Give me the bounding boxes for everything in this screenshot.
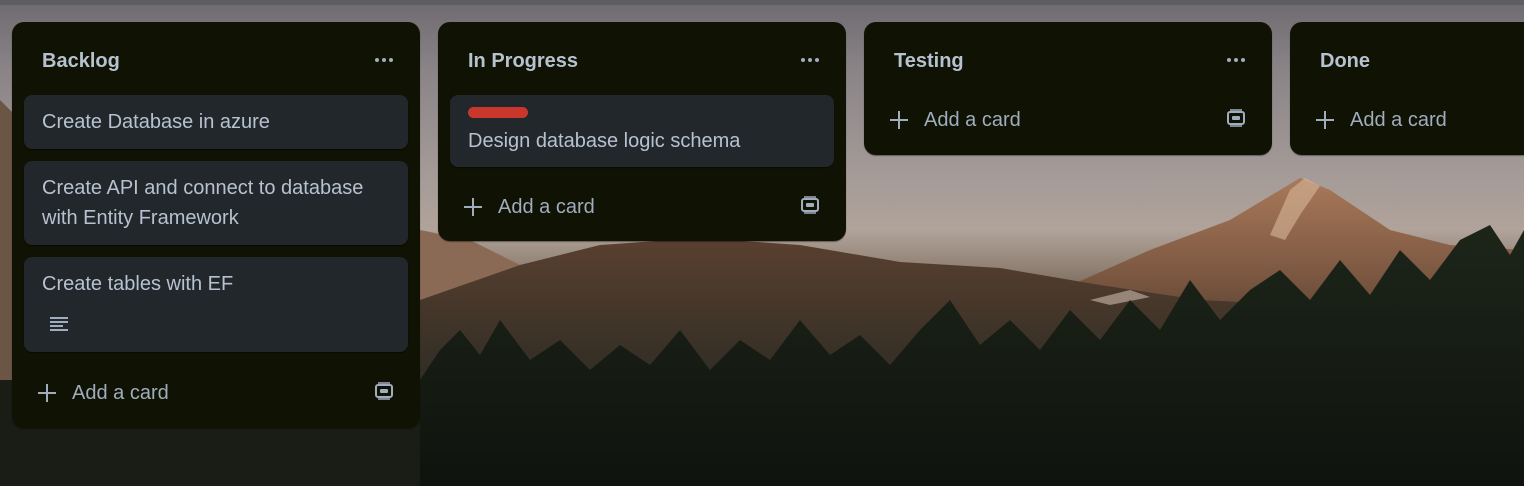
more-horizontal-icon	[375, 58, 393, 62]
card-template-icon	[375, 382, 393, 400]
card-title: Create Database in azure	[42, 111, 270, 133]
board: Backlog Create Database in azure Create …	[0, 0, 1524, 486]
card-template-button[interactable]	[794, 189, 826, 221]
list-header: In Progress	[438, 22, 846, 94]
card[interactable]: Design database logic schema	[450, 95, 834, 167]
more-horizontal-icon	[801, 58, 819, 62]
plus-icon	[890, 111, 908, 129]
list-title[interactable]: In Progress	[468, 49, 578, 73]
list-title[interactable]: Backlog	[42, 49, 120, 73]
card-template-icon	[801, 196, 819, 214]
plus-icon	[38, 384, 56, 402]
list-done: Done Add a card	[1290, 22, 1524, 155]
add-card-button[interactable]: Add a card	[38, 375, 338, 411]
add-card-label: Add a card	[72, 382, 169, 404]
card-title: Create API and connect to database with …	[42, 177, 364, 229]
card-label-red[interactable]	[468, 107, 528, 118]
list-testing: Testing Add a card	[864, 22, 1272, 155]
card-title: Create tables with EF	[42, 273, 234, 295]
list-header: Testing	[864, 22, 1272, 94]
list-header: Backlog	[12, 22, 420, 94]
card[interactable]: Create API and connect to database with …	[24, 161, 408, 245]
list-menu-button[interactable]	[794, 44, 826, 76]
list-menu-button[interactable]	[368, 44, 400, 76]
list-header: Done	[1290, 22, 1524, 94]
card-template-button[interactable]	[1220, 102, 1252, 134]
list-title[interactable]: Done	[1320, 49, 1370, 73]
more-horizontal-icon	[1227, 58, 1245, 62]
add-card-button[interactable]: Add a card	[464, 189, 764, 225]
list-backlog: Backlog Create Database in azure Create …	[12, 22, 420, 428]
plus-icon	[464, 198, 482, 216]
card[interactable]: Create Database in azure	[24, 95, 408, 149]
card-template-icon	[1227, 109, 1245, 127]
add-card-label: Add a card	[498, 196, 595, 218]
list-title[interactable]: Testing	[894, 49, 964, 73]
card-title: Design database logic schema	[468, 130, 741, 152]
card[interactable]: Create tables with EF	[24, 257, 408, 352]
add-card-button[interactable]: Add a card	[890, 102, 1190, 138]
plus-icon	[1316, 111, 1334, 129]
card-template-button[interactable]	[368, 375, 400, 407]
list-menu-button[interactable]	[1220, 44, 1252, 76]
description-lines-icon	[50, 317, 68, 331]
list-in-progress: In Progress Design database logic schema…	[438, 22, 846, 241]
add-card-label: Add a card	[1350, 109, 1447, 131]
add-card-button[interactable]: Add a card	[1316, 102, 1516, 138]
add-card-label: Add a card	[924, 109, 1021, 131]
